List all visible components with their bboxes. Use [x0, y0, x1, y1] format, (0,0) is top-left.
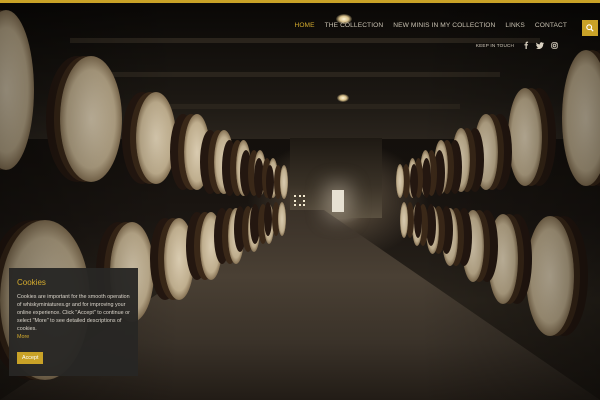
nav-item-links[interactable]: LINKS	[500, 22, 530, 29]
top-accent-bar	[0, 0, 600, 3]
cookie-more-link[interactable]: More	[17, 333, 130, 341]
cookie-text: Cookies are important for the smooth ope…	[17, 294, 130, 332]
nav-item-the-collection[interactable]: THE COLLECTION	[320, 22, 389, 29]
cookie-accept-button[interactable]: Accept	[17, 352, 44, 364]
cookie-consent-panel: Cookies Cookies are important for the sm…	[9, 268, 138, 376]
search-button[interactable]	[582, 20, 598, 36]
twitter-icon[interactable]	[536, 41, 544, 49]
nav-item-contact[interactable]: CONTACT	[530, 22, 572, 29]
loading-spinner	[294, 195, 305, 206]
nav-item-new-minis[interactable]: NEW MINIS IN MY COLLECTION	[388, 22, 500, 29]
facebook-icon[interactable]	[522, 41, 530, 49]
nav-item-home[interactable]: HOME	[289, 22, 319, 29]
cookie-title: Cookies	[17, 278, 46, 287]
keep-in-touch-label: KEEP IN TOUCH	[475, 42, 514, 48]
instagram-icon[interactable]	[550, 41, 558, 49]
search-icon	[586, 24, 594, 32]
main-nav: HOME THE COLLECTION NEW MINIS IN MY COLL…	[289, 22, 572, 29]
social-links: KEEP IN TOUCH	[476, 41, 558, 49]
